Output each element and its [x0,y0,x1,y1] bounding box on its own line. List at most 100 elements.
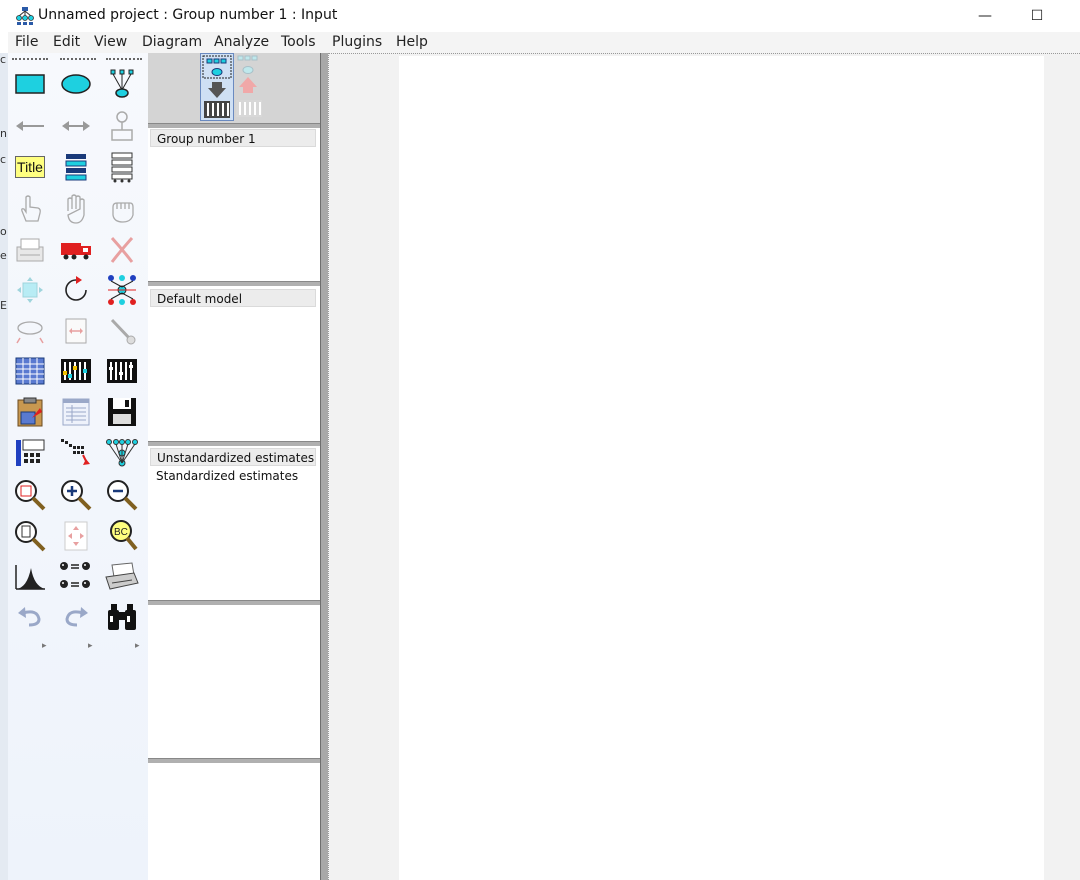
resize-shape-icon [17,277,43,303]
view-output-path-diagram-button[interactable] [234,53,266,121]
binoculars-icon [108,604,136,630]
draw-covariance-tool[interactable] [56,107,96,145]
window-title: Unnamed project : Group number 1 : Input [38,7,338,23]
moving-truck-icon [61,243,91,260]
standardized-estimates-item[interactable]: Standardized estimates [150,467,316,485]
copy-to-clipboard-tool[interactable] [10,393,50,431]
draw-latent-indicator-tool[interactable] [102,65,142,103]
move-objects-tool[interactable] [56,231,96,269]
menu-edit[interactable]: Edit [53,34,80,50]
draw-path-tool[interactable] [10,107,50,145]
double-arrow-icon [62,121,90,131]
analysis-properties-tool[interactable] [56,352,96,390]
zoom-out-tool[interactable] [102,476,142,514]
touch-up-tool[interactable] [102,312,142,350]
specification-search-tool[interactable] [102,598,142,636]
distribution-curve-icon [15,565,45,590]
view-text-tool[interactable] [56,393,96,431]
add-unique-variable-tool[interactable] [102,107,142,145]
output-diagram-icon [236,55,262,117]
menu-bar: File Edit View Diagram Analyze Tools Plu… [8,32,1080,53]
duplicate-objects-tool[interactable] [10,231,50,269]
background-char: E [0,299,7,312]
menu-view[interactable]: View [94,34,127,50]
rotate-icon [65,276,87,301]
print-tool[interactable] [102,558,142,596]
erase-x-icon [110,236,134,263]
amos-app-icon [16,7,34,25]
text-output-icon [62,398,90,426]
calculate-estimates-icon [107,359,137,383]
fist-hand-icon [112,202,134,223]
redo-tool[interactable] [56,598,96,636]
move-parameters-tool[interactable] [10,312,50,350]
panel-divider [148,600,320,605]
calculate-estimates-tool[interactable] [102,352,142,390]
list-variables-in-model-tool[interactable] [56,148,96,186]
menu-diagram[interactable]: Diagram [142,34,202,50]
figure-caption-tool[interactable]: Title [10,148,50,186]
preserve-symmetries-tool[interactable] [102,434,142,472]
draw-observed-variable-tool[interactable] [10,65,50,103]
select-all-objects-tool[interactable] [56,190,96,228]
minimize-icon: — [978,8,992,24]
clipboard-icon [17,397,43,427]
change-shape-tool[interactable] [10,271,50,309]
more-tools-arrow[interactable]: ▸ [135,641,140,651]
list-variables-in-dataset-tool[interactable] [102,148,142,186]
indicator-tree-icon [110,69,134,98]
scroll-tool[interactable] [56,312,96,350]
zoom-in-area-tool[interactable] [10,476,50,514]
more-tools-arrow[interactable]: ▸ [88,641,93,651]
menu-analyze[interactable]: Analyze [214,34,269,50]
drag-properties-icon [61,439,90,465]
left-arrow-icon [16,121,44,131]
menu-file[interactable]: File [15,34,38,50]
zoom-in-tool[interactable] [56,476,96,514]
magnifier-area-icon [15,480,46,511]
drag-properties-tool[interactable] [56,434,96,472]
panel-divider [148,281,320,286]
rotate-indicators-tool[interactable] [56,271,96,309]
select-data-files-tool[interactable] [10,352,50,390]
open-hand-icon [67,194,85,224]
more-tools-arrow[interactable]: ▸ [42,641,47,651]
fit-to-page-tool[interactable] [56,517,96,555]
view-page-tool[interactable] [10,517,50,555]
model-list-item[interactable]: Default model [150,289,316,307]
group-list-item[interactable]: Group number 1 [150,129,316,147]
save-diagram-tool[interactable] [102,393,142,431]
object-properties-tool[interactable] [10,434,50,472]
ellipse-icon [61,74,91,94]
object-properties-icon [16,439,45,466]
maximize-button[interactable]: ☐ [1014,0,1060,32]
title-bar: Unnamed project : Group number 1 : Input… [0,0,1080,32]
view-page-icon [15,521,46,552]
floppy-disk-icon [108,398,136,426]
move-parameter-icon [16,321,44,344]
data-files-grid-icon [15,357,45,385]
background-char: c [0,153,7,166]
reflect-indicators-tool[interactable] [102,271,142,309]
multiple-group-analysis-tool[interactable] [56,558,96,596]
loupe-tool[interactable]: BC [102,517,142,555]
unstandardized-estimates-item[interactable]: Unstandardized estimates [150,448,316,466]
select-one-object-tool[interactable] [10,190,50,228]
menu-help[interactable]: Help [396,34,428,50]
redo-icon [65,607,88,627]
panel-divider [148,441,320,446]
view-input-path-diagram-button[interactable] [200,53,234,121]
zoom-in-icon [61,480,92,511]
bayesian-estimation-tool[interactable] [10,558,50,596]
menu-tools[interactable]: Tools [281,34,316,50]
minimize-button[interactable]: — [962,0,1008,32]
erase-objects-tool[interactable] [102,231,142,269]
background-char: e [0,249,7,262]
undo-tool[interactable] [10,598,50,636]
menu-plugins[interactable]: Plugins [332,34,382,50]
diagram-page[interactable] [399,56,1044,880]
background-char: n [0,127,7,140]
draw-unobserved-variable-tool[interactable] [56,65,96,103]
background-char: c [0,53,7,66]
deselect-all-objects-tool[interactable] [102,190,142,228]
